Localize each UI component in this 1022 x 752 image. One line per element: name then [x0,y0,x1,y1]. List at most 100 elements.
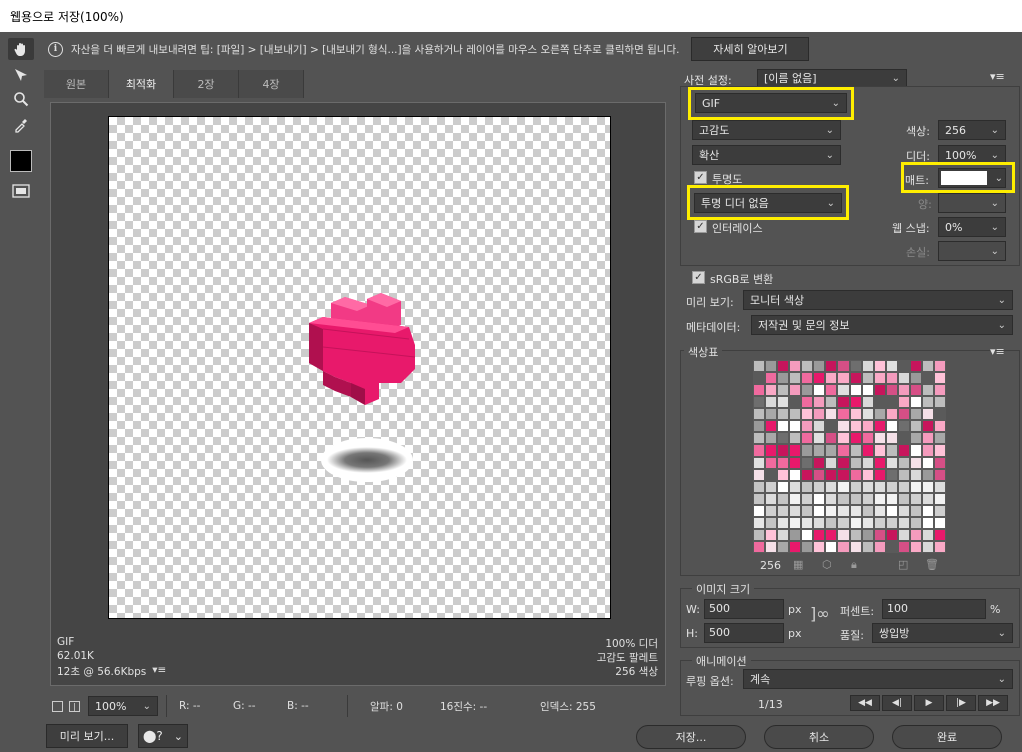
color-swatch[interactable] [909,360,922,373]
color-swatch[interactable] [909,408,922,421]
color-swatch[interactable] [933,456,946,469]
color-swatch[interactable] [789,420,802,433]
color-swatch[interactable] [837,516,850,529]
color-swatch[interactable] [789,396,802,409]
color-swatch[interactable] [837,384,850,397]
color-swatch[interactable] [753,456,766,469]
preset-menu-icon[interactable]: ▾≡ [990,70,1005,83]
color-swatch[interactable] [933,528,946,541]
color-swatch[interactable] [897,492,910,505]
color-swatch[interactable] [825,480,838,493]
color-swatch[interactable] [825,372,838,385]
color-swatch[interactable] [789,444,802,457]
color-swatch[interactable] [813,360,826,373]
color-swatch[interactable] [873,540,886,553]
new-color-icon[interactable]: ◰ [898,558,908,571]
constrain-proportions-link-icon[interactable]: ]∞ [810,604,830,623]
color-swatch[interactable] [825,408,838,421]
zoom-tool-icon[interactable] [8,88,34,110]
color-swatch[interactable] [849,360,862,373]
color-swatch[interactable] [777,420,790,433]
color-swatch[interactable] [849,384,862,397]
hand-tool-icon[interactable] [8,38,34,60]
color-swatch[interactable] [849,480,862,493]
color-swatch[interactable] [753,372,766,385]
color-swatch[interactable] [873,384,886,397]
color-swatch[interactable] [921,372,934,385]
color-swatch[interactable] [789,480,802,493]
map-to-transparent-icon[interactable]: ▦ [793,558,803,571]
color-swatch[interactable] [933,540,946,553]
color-swatch[interactable] [825,444,838,457]
preview-color-select[interactable]: 모니터 색상 ⌄ [743,290,1013,310]
color-swatch[interactable] [813,528,826,541]
color-swatch[interactable] [753,504,766,517]
color-swatch[interactable] [921,444,934,457]
color-swatch[interactable] [909,384,922,397]
color-swatch[interactable] [753,408,766,421]
color-swatch[interactable] [801,480,814,493]
color-swatch[interactable] [837,528,850,541]
color-swatch[interactable] [885,540,898,553]
color-swatch[interactable] [837,504,850,517]
color-swatch[interactable] [921,360,934,373]
color-swatch[interactable] [885,384,898,397]
preview-in-browser-button[interactable]: 미리 보기... [46,724,128,748]
color-swatch[interactable] [765,396,778,409]
color-swatch[interactable] [837,456,850,469]
color-swatch[interactable] [885,432,898,445]
color-swatch[interactable] [813,396,826,409]
color-swatch[interactable] [909,432,922,445]
color-swatch[interactable] [765,492,778,505]
color-swatch[interactable] [801,384,814,397]
color-swatch[interactable] [789,432,802,445]
interlaced-checkbox[interactable]: ✓ [694,220,707,233]
color-swatch[interactable] [861,456,874,469]
color-reduction-select[interactable]: 고감도 ⌄ [692,120,841,140]
color-swatch[interactable] [849,492,862,505]
color-swatch[interactable] [861,420,874,433]
color-swatch[interactable] [873,396,886,409]
color-swatch[interactable] [861,480,874,493]
color-swatch[interactable] [777,384,790,397]
color-swatch[interactable] [933,516,946,529]
color-swatch[interactable] [897,480,910,493]
color-swatch[interactable] [849,504,862,517]
color-swatch[interactable] [837,492,850,505]
quality-select[interactable]: 쌍입방 ⌄ [872,623,1013,643]
color-swatch[interactable] [897,468,910,481]
color-swatch[interactable] [897,456,910,469]
trash-icon[interactable]: 🗑︎ [925,558,939,571]
tab-original[interactable]: 원본 [44,70,109,98]
color-swatch[interactable] [909,504,922,517]
color-swatch[interactable] [801,540,814,553]
color-swatch[interactable] [837,480,850,493]
color-swatch[interactable] [777,504,790,517]
web-shift-icon[interactable]: ⬡ [822,558,832,571]
color-swatch[interactable] [873,432,886,445]
color-swatch[interactable] [849,432,862,445]
color-swatch[interactable] [921,420,934,433]
color-swatch[interactable] [933,384,946,397]
color-swatch[interactable] [861,396,874,409]
color-swatch[interactable] [921,408,934,421]
color-swatch[interactable] [873,492,886,505]
color-swatch[interactable] [861,432,874,445]
done-button[interactable]: 완료 [892,725,1002,749]
color-swatch[interactable] [825,504,838,517]
color-swatch[interactable] [777,540,790,553]
lock-color-icon[interactable]: 🔒︎ [851,558,857,572]
browser-select[interactable]: ⬤? ⌄ [138,724,188,748]
preset-select[interactable]: [이름 없음] ⌄ [757,69,907,87]
color-swatch[interactable] [825,492,838,505]
color-swatch[interactable] [849,444,862,457]
color-swatch[interactable] [861,360,874,373]
last-frame-button[interactable]: ▶▶ [978,695,1008,711]
color-swatch[interactable] [801,504,814,517]
color-swatch[interactable] [765,504,778,517]
color-swatch[interactable] [933,360,946,373]
color-swatch[interactable] [921,516,934,529]
color-swatch[interactable] [897,408,910,421]
color-swatch[interactable] [801,492,814,505]
color-swatch[interactable] [897,540,910,553]
